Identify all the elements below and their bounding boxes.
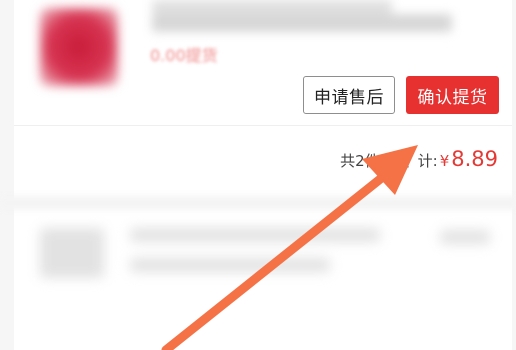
product-name-blur-1 xyxy=(152,0,392,14)
total-label: 计: xyxy=(417,152,438,170)
total-amount: 8.89 xyxy=(451,147,498,171)
blurred-product-header xyxy=(0,0,516,86)
product-name-blur-2 xyxy=(152,14,452,32)
blurred-thumb xyxy=(40,228,104,278)
product-thumbnail xyxy=(40,8,118,86)
apply-after-sale-button[interactable]: 申请售后 xyxy=(303,76,395,114)
product-price-text: 0.00提货 xyxy=(150,46,218,65)
currency-symbol: ¥ xyxy=(439,152,450,170)
blurred-next-order xyxy=(0,210,516,350)
item-count: 共2件商品 xyxy=(340,152,410,170)
confirm-pickup-button[interactable]: 确认提货 xyxy=(406,76,499,114)
order-summary: 共2件商品 计: ¥ 8.89 xyxy=(340,147,498,171)
section-gap xyxy=(0,196,516,210)
divider xyxy=(14,125,512,126)
blurred-line xyxy=(130,258,330,272)
blurred-line xyxy=(130,228,380,242)
blurred-line xyxy=(440,230,490,244)
